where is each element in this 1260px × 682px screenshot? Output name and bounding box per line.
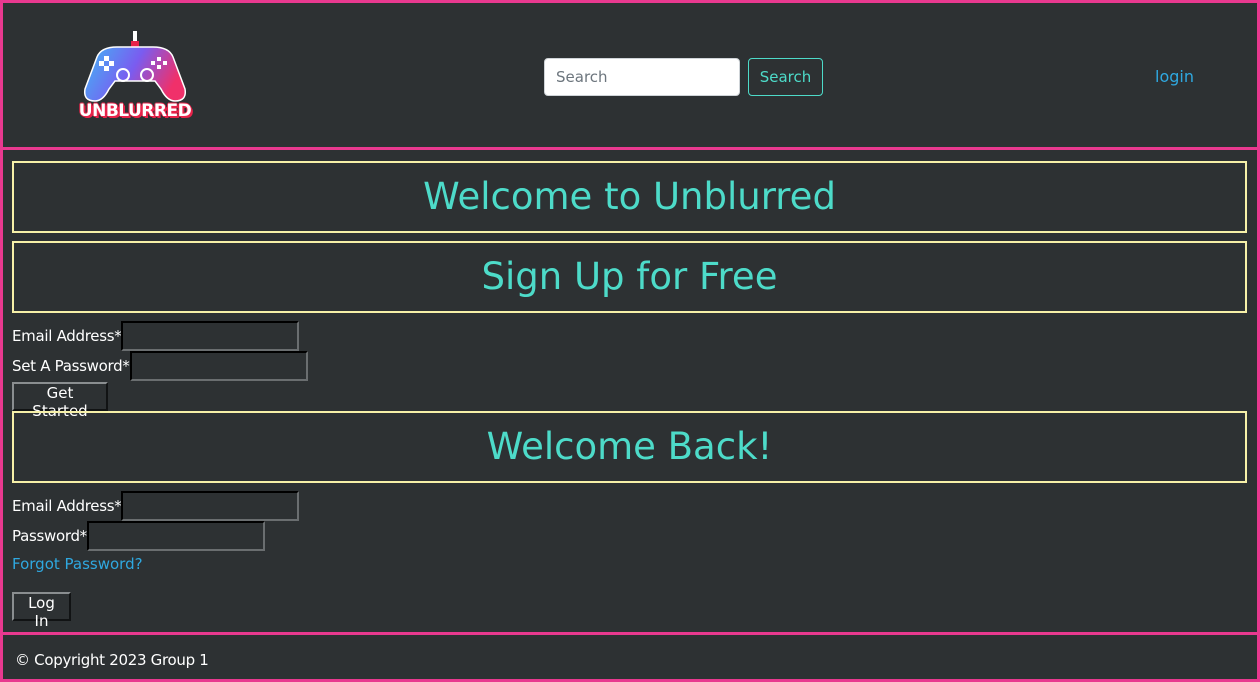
- forgot-password-link[interactable]: Forgot Password?: [12, 555, 143, 573]
- signup-email-label: Email Address*: [12, 327, 122, 345]
- signup-banner: Sign Up for Free: [12, 241, 1247, 313]
- login-email-row: Email Address*: [12, 491, 300, 521]
- signup-email-field[interactable]: [121, 321, 300, 351]
- log-in-button[interactable]: Log In: [12, 592, 71, 630]
- login-password-label: Password*: [12, 527, 87, 545]
- gamepad-icon: [83, 31, 187, 102]
- login-link[interactable]: login: [1155, 67, 1194, 86]
- search-input[interactable]: [544, 58, 740, 96]
- copyright-text: © Copyright 2023 Group 1: [15, 651, 209, 669]
- login-banner: Welcome Back!: [12, 411, 1247, 483]
- site-logo[interactable]: UNBLURRED: [77, 27, 193, 127]
- login-title: Welcome Back!: [486, 425, 773, 468]
- login-email-field[interactable]: [121, 491, 300, 521]
- signup-password-field[interactable]: [129, 351, 308, 381]
- signup-password-label: Set A Password*: [12, 357, 130, 375]
- login-password-field[interactable]: [86, 521, 265, 551]
- welcome-title: Welcome to Unblurred: [423, 175, 836, 218]
- logo-wordmark: UNBLURRED: [78, 101, 192, 121]
- login-password-row: Password*: [12, 521, 265, 551]
- site-header: UNBLURRED Search login: [0, 0, 1260, 150]
- signup-title: Sign Up for Free: [481, 255, 778, 298]
- signup-password-row: Set A Password*: [12, 351, 308, 381]
- login-email-label: Email Address*: [12, 497, 122, 515]
- signup-email-row: Email Address*: [12, 321, 300, 351]
- search-button[interactable]: Search: [748, 58, 823, 96]
- site-footer: © Copyright 2023 Group 1: [0, 632, 1260, 682]
- get-started-button[interactable]: Get Started: [12, 382, 108, 420]
- welcome-banner: Welcome to Unblurred: [12, 161, 1247, 233]
